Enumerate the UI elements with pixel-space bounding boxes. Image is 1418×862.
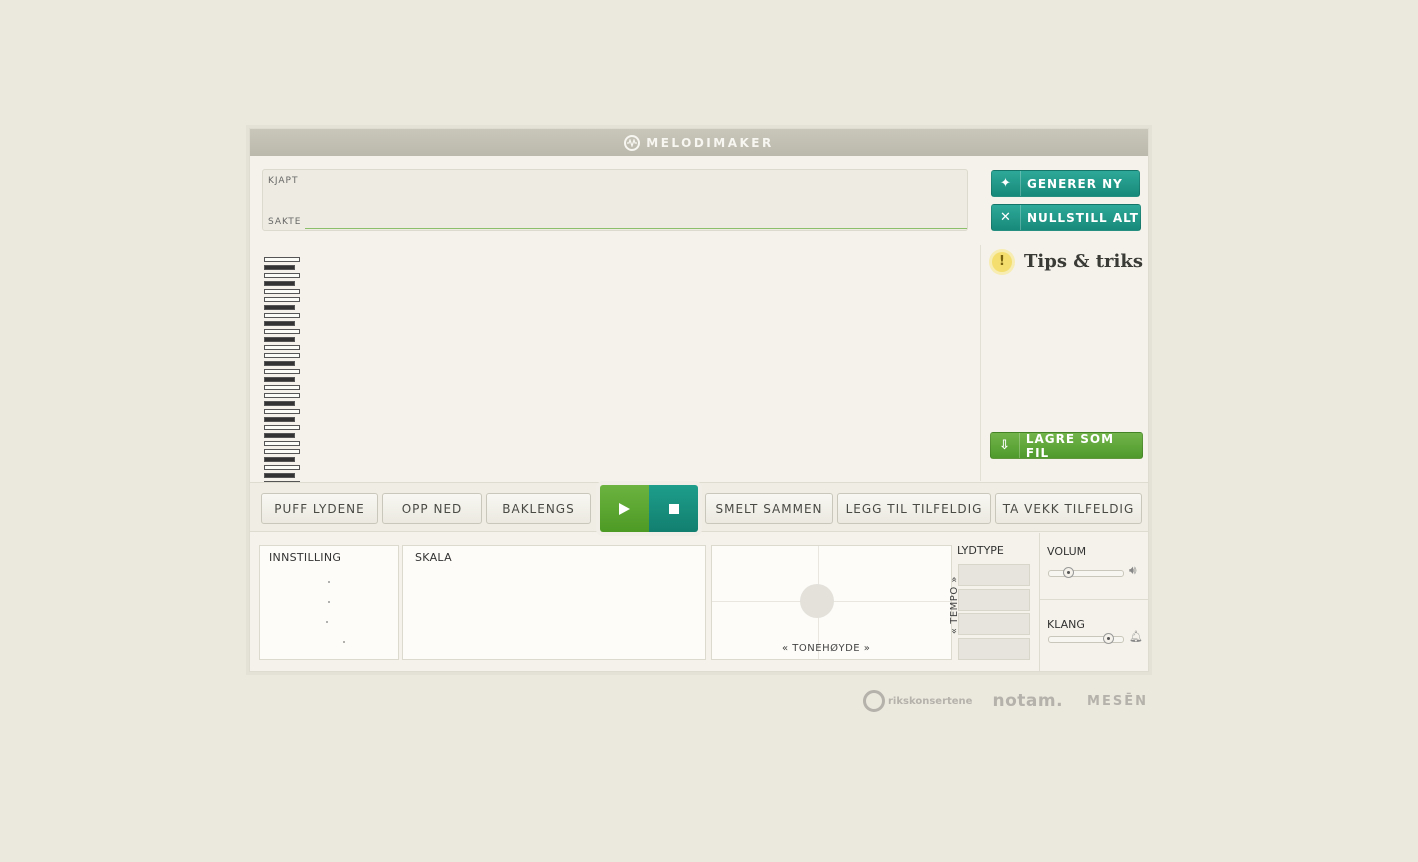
tips-link[interactable]: ! Tips & triks xyxy=(992,251,1143,272)
puff-button[interactable]: PUFF LYDENE xyxy=(261,493,378,524)
fast-label: KJAPT xyxy=(268,176,299,186)
download-icon: ⇩ xyxy=(991,433,1020,458)
play-icon xyxy=(619,502,630,515)
timbre-slider[interactable] xyxy=(1048,633,1124,644)
speaker-icon: 🔊︎ xyxy=(1129,563,1137,577)
melodimaker-app: MELODIMAKER KJAPT SAKTE ✦ GENERER NY ✕ N… xyxy=(249,128,1149,672)
scale-heading: SKALA xyxy=(415,551,452,564)
piano-key-black[interactable] xyxy=(264,361,295,366)
piano-key-white[interactable] xyxy=(264,353,300,358)
piano-key-black[interactable] xyxy=(264,417,295,422)
piano-key-black[interactable] xyxy=(264,265,295,270)
pad-handle[interactable] xyxy=(800,584,834,618)
piano-key-white[interactable] xyxy=(264,313,300,318)
pitch-label: « TONEHØYDE » xyxy=(782,643,871,654)
piano-key-white[interactable] xyxy=(264,297,300,302)
piano-key-white[interactable] xyxy=(264,289,300,294)
partner-logos: rikskonsertene notam. MESĒN xyxy=(863,690,1148,712)
volume-label: VOLUM xyxy=(1047,545,1087,558)
piano-key-black[interactable] xyxy=(264,473,295,478)
piano-key-white[interactable] xyxy=(264,257,300,262)
rikskonsertene-icon xyxy=(863,690,885,712)
flip-button[interactable]: OPP NED xyxy=(382,493,482,524)
toolbar: PUFF LYDENE OPP NED BAKLENGS SMELT SAMME… xyxy=(250,482,1148,532)
speed-line[interactable] xyxy=(305,228,967,229)
soundtype-option[interactable] xyxy=(958,613,1030,635)
setting-dot[interactable] xyxy=(343,641,345,643)
setting-dot[interactable] xyxy=(328,581,330,583)
reset-all-label: NULLSTILL ALT xyxy=(1027,210,1139,225)
piano-key-black[interactable] xyxy=(264,433,295,438)
piano-key-white[interactable] xyxy=(264,409,300,414)
stop-icon xyxy=(668,503,679,514)
app-title: MELODIMAKER xyxy=(646,135,774,150)
piano-key-white[interactable] xyxy=(264,385,300,390)
piano-key-white[interactable] xyxy=(264,273,300,278)
piano-key-black[interactable] xyxy=(264,401,295,406)
volume-slider[interactable] xyxy=(1048,567,1124,578)
save-file-button[interactable]: ⇩ LAGRE SOM FIL xyxy=(990,431,1143,460)
piano-key-black[interactable] xyxy=(264,337,295,342)
piano-key-white[interactable] xyxy=(264,369,300,374)
remove-random-button[interactable]: TA VEKK TILFELDIG xyxy=(995,493,1142,524)
rikskonsertene-logo: rikskonsertene xyxy=(863,690,972,712)
piano-key-white[interactable] xyxy=(264,425,300,430)
piano-key-white[interactable] xyxy=(264,441,300,446)
exclamation-icon: ! xyxy=(992,251,1012,272)
melodimaker-logo-icon xyxy=(624,134,641,151)
soundtype-option[interactable] xyxy=(958,638,1030,660)
setting-heading: INNSTILLING xyxy=(269,551,342,564)
rikskonsertene-text: rikskonsertene xyxy=(888,695,973,707)
piano-key-black[interactable] xyxy=(264,377,295,382)
add-random-button[interactable]: LEGG TIL TILFELDIG xyxy=(837,493,991,524)
soundtype-heading: LYDTYPE xyxy=(957,544,1004,557)
timbre-knob[interactable] xyxy=(1103,633,1115,644)
bell-icon: 🔔︎ xyxy=(1129,630,1143,643)
setting-dot[interactable] xyxy=(326,621,328,623)
setting-dot[interactable] xyxy=(328,601,330,603)
scale-panel[interactable]: SKALA xyxy=(402,545,706,660)
generate-new-label: GENERER NY xyxy=(1027,176,1123,191)
setting-panel[interactable]: INNSTILLING xyxy=(259,545,399,660)
pitch-tempo-pad[interactable]: « TONEHØYDE » « TEMPO » xyxy=(711,545,960,660)
piano-key-white[interactable] xyxy=(264,329,300,334)
mesen-logo: MESĒN xyxy=(1087,693,1148,709)
tips-title: Tips & triks xyxy=(1024,251,1143,272)
transport-controls xyxy=(600,485,698,532)
volume-knob[interactable] xyxy=(1062,567,1074,578)
save-file-label: LAGRE SOM FIL xyxy=(1025,431,1115,460)
volume-timbre-panel: VOLUM 🔊︎ KLANG 🔔︎ xyxy=(1039,533,1148,672)
side-panel: ✦ GENERER NY ✕ NULLSTILL ALT ! Tips & tr… xyxy=(982,156,1148,482)
merge-button[interactable]: SMELT SAMMEN xyxy=(705,493,833,524)
piano-key-black[interactable] xyxy=(264,281,295,286)
piano-key-white[interactable] xyxy=(264,465,300,470)
soundtype-option[interactable] xyxy=(958,589,1030,611)
play-button[interactable] xyxy=(600,485,649,532)
piano-key-white[interactable] xyxy=(264,345,300,350)
speed-strip[interactable]: KJAPT SAKTE xyxy=(262,169,968,231)
piano-key-black[interactable] xyxy=(264,305,295,310)
piano-key-white[interactable] xyxy=(264,393,300,398)
piano-roll[interactable] xyxy=(250,245,981,526)
reset-all-button[interactable]: ✕ NULLSTILL ALT xyxy=(991,204,1141,231)
piano-key-black[interactable] xyxy=(264,321,295,326)
soundtype-option[interactable] xyxy=(958,564,1030,586)
notam-logo: notam. xyxy=(992,691,1064,711)
stop-button[interactable] xyxy=(649,485,698,532)
generate-new-button[interactable]: ✦ GENERER NY xyxy=(991,170,1140,197)
timbre-label: KLANG xyxy=(1047,618,1085,631)
panel-divider xyxy=(1040,599,1148,600)
reverse-button[interactable]: BAKLENGS xyxy=(486,493,591,524)
title-bar: MELODIMAKER xyxy=(250,129,1148,156)
piano-key-black[interactable] xyxy=(264,457,295,462)
piano-key-white[interactable] xyxy=(264,449,300,454)
magic-wand-icon: ✦ xyxy=(992,171,1021,196)
close-icon: ✕ xyxy=(992,205,1021,230)
slow-label: SAKTE xyxy=(268,217,302,227)
